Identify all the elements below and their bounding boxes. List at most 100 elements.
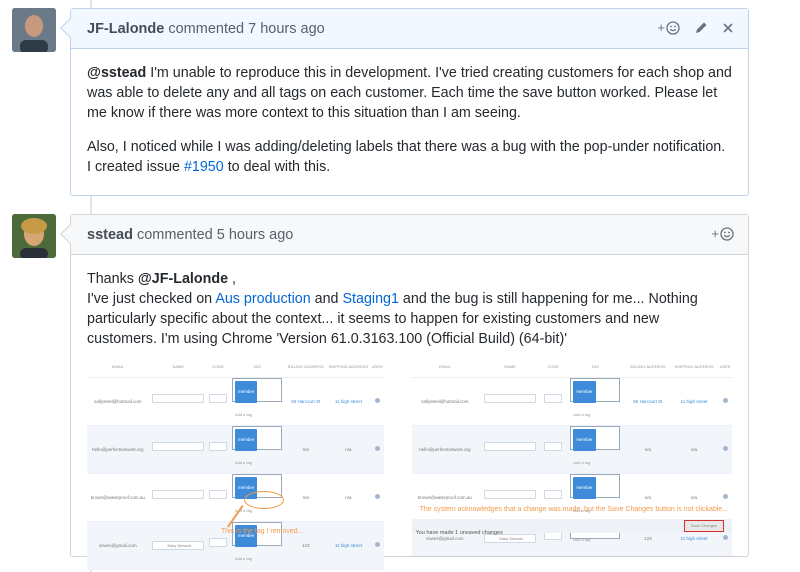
name-input xyxy=(152,489,205,499)
aus-production-link[interactable]: Aus production xyxy=(215,291,310,307)
comment-body: @sstead I'm unable to reproduce this in … xyxy=(71,49,748,205)
code-input xyxy=(209,441,228,451)
smiley-icon xyxy=(666,20,680,35)
table-row: sallysteel@hotmail.com member Add a tag 5… xyxy=(87,377,384,426)
tag-chip: member xyxy=(573,381,596,403)
cell-email: hello@perfectnetwork.org xyxy=(87,425,149,474)
col-email: EMAIL xyxy=(87,357,149,378)
comment-actions: + xyxy=(657,20,734,35)
code-input xyxy=(209,489,228,499)
tag-field: member Add a tag xyxy=(231,426,282,465)
pencil-icon xyxy=(696,22,707,33)
staging1-link[interactable]: Staging1 xyxy=(343,291,399,307)
cell-tag: member Add a tag xyxy=(228,377,286,426)
col-code: CODE xyxy=(542,357,565,378)
paragraph-text: Also, I noticed while I was adding/delet… xyxy=(87,139,726,175)
cell-name xyxy=(148,473,208,522)
user-mention[interactable]: @JF-Lalonde xyxy=(138,271,228,287)
cell-shipping: 11 high street xyxy=(325,377,371,426)
cell-shipping: 11 high street xyxy=(325,521,371,570)
cell-email: hello@perfectnetwork.org xyxy=(411,425,479,474)
col-billing: BILLING ADDRESS xyxy=(285,357,326,378)
add-tag-placeholder: Add a tag xyxy=(234,556,253,561)
screenshot-left[interactable]: EMAIL NAME CODE TAG BILLING ADDRESS SHIP… xyxy=(87,357,384,570)
paragraph-text: , xyxy=(228,271,237,287)
code-input xyxy=(544,393,563,403)
edit-comment-button[interactable] xyxy=(694,21,708,35)
comment-caret xyxy=(60,18,80,38)
comment-meta[interactable]: commented 7 hours ago xyxy=(168,21,324,37)
col-billing: BILLING ADDRESS xyxy=(625,357,670,378)
cell-name xyxy=(478,377,543,426)
comment-caret xyxy=(60,224,80,244)
col-tag: TAG xyxy=(564,357,626,378)
cell-user xyxy=(718,425,732,474)
comment-header: sstead commented 5 hours ago + xyxy=(60,215,748,255)
highlight-circle xyxy=(244,491,284,509)
cell-name xyxy=(148,425,208,474)
paragraph-text: to deal with this. xyxy=(223,159,331,175)
cell-name xyxy=(478,425,543,474)
smiley-icon xyxy=(720,226,734,241)
cell-email: sallysteel@hotmail.com xyxy=(87,377,149,426)
name-input xyxy=(152,441,205,451)
col-user: USER xyxy=(370,357,384,378)
cell-shipping: 11 high street xyxy=(669,377,719,426)
tag-chip: member xyxy=(234,429,258,451)
save-changes-button[interactable]: Save Changes xyxy=(684,520,724,532)
col-tag: TAG xyxy=(228,357,286,378)
col-name: NAME xyxy=(148,357,208,378)
cell-billing: n/a xyxy=(625,425,670,474)
comment-paragraph: I've just checked on Aus production and … xyxy=(87,289,732,349)
paragraph-text: I'm unable to reproduce this in developm… xyxy=(87,65,732,121)
avatar-jf-lalonde[interactable] xyxy=(12,8,56,52)
cell-name xyxy=(148,377,208,426)
delete-comment-button[interactable] xyxy=(722,22,734,34)
comment-author[interactable]: JF-Lalonde xyxy=(87,21,164,37)
cell-code xyxy=(207,425,229,474)
comment-author[interactable]: sstead xyxy=(87,227,133,243)
add-reaction-button[interactable]: + xyxy=(711,226,734,241)
user-dot-icon xyxy=(374,445,380,451)
cell-tag: member Add a tag xyxy=(228,425,286,474)
user-dot-icon xyxy=(374,397,380,403)
cell-tag: member Add a tag xyxy=(564,377,626,426)
comment-header: JF-Lalonde commented 7 hours ago + xyxy=(60,9,748,49)
user-dot-icon xyxy=(374,493,380,499)
user-dot-icon xyxy=(722,445,728,451)
user-dot-icon xyxy=(374,541,380,547)
issue-link[interactable]: #1950 xyxy=(184,159,224,175)
cell-user xyxy=(370,377,384,426)
react-plus-text: + xyxy=(711,226,719,241)
name-input xyxy=(484,441,537,451)
cell-user xyxy=(370,425,384,474)
table-row: hello@perfectnetwork.org member Add a tag… xyxy=(411,425,732,474)
comment-jf-lalonde: JF-Lalonde commented 7 hours ago + @sste… xyxy=(60,8,749,196)
annotation-text: The system acknowledges that a change wa… xyxy=(419,506,729,513)
comment-actions: + xyxy=(711,226,734,241)
add-tag-placeholder: Add a tag xyxy=(573,460,591,465)
screenshot-right[interactable]: EMAIL NAME CODE TAG BILLING ADDRESS SHIP… xyxy=(411,357,732,556)
add-reaction-button[interactable]: + xyxy=(657,20,680,35)
avatar-sstead[interactable] xyxy=(12,214,56,258)
comment-meta[interactable]: commented 5 hours ago xyxy=(137,227,293,243)
name-input xyxy=(484,393,537,403)
name-input xyxy=(484,489,537,499)
cell-billing: 55 Harcourt St xyxy=(285,377,326,426)
cell-shipping: n/a xyxy=(669,425,719,474)
tag-field: member Add a tag xyxy=(570,378,621,417)
cell-name: Mary Stewart xyxy=(148,521,208,570)
comment-body: Thanks @JF-Lalonde , I've just checked o… xyxy=(71,255,748,570)
user-dot-icon xyxy=(722,397,728,403)
cell-user xyxy=(370,473,384,522)
cell-billing: 55 Harcourt St xyxy=(625,377,670,426)
tag-chip: member xyxy=(573,429,596,451)
user-mention[interactable]: @sstead xyxy=(87,65,146,81)
table-row: hello@perfectnetwork.org member Add a tag… xyxy=(87,425,384,474)
table-row: sallysteel@hotmail.com member Add a tag 5… xyxy=(411,377,732,426)
user-dot-icon xyxy=(722,534,728,540)
cell-email: sallysteel@hotmail.com xyxy=(411,377,479,426)
cell-user xyxy=(718,377,732,426)
name-input: Mary Stewart xyxy=(152,540,205,550)
cell-email: brown@waterproof.com.au xyxy=(87,473,149,522)
